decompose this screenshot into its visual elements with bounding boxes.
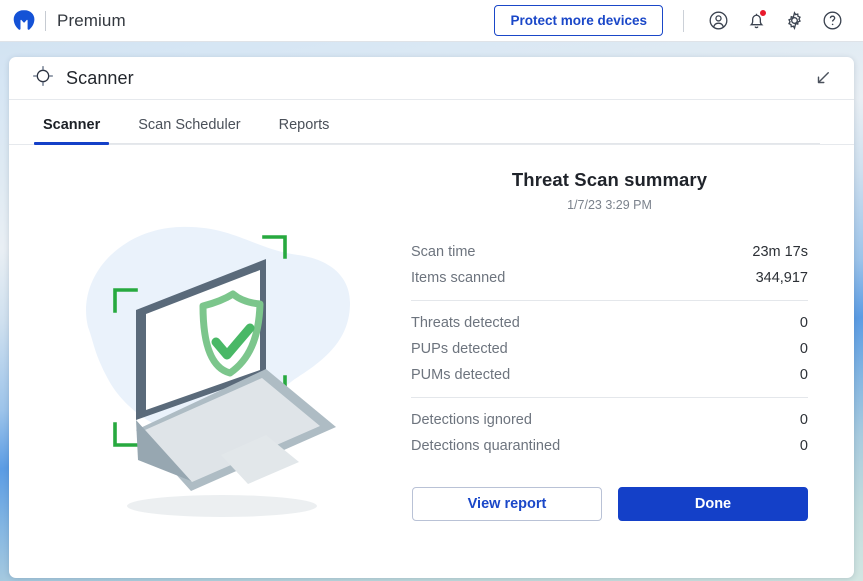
stat-row: PUPs detected 0 bbox=[411, 336, 808, 362]
card-header: Scanner bbox=[9, 57, 854, 100]
help-icon[interactable] bbox=[817, 6, 847, 36]
stat-value: 0 bbox=[799, 315, 808, 331]
scanner-card: Scanner Scanner Scan Scheduler Reports T… bbox=[9, 57, 854, 578]
stat-value: 0 bbox=[799, 341, 808, 357]
tab-scan-scheduler[interactable]: Scan Scheduler bbox=[138, 117, 240, 144]
stat-value: 0 bbox=[799, 412, 808, 428]
stat-label: Threats detected bbox=[411, 315, 520, 331]
summary-title: Threat Scan summary bbox=[511, 169, 708, 190]
tab-reports[interactable]: Reports bbox=[279, 117, 330, 144]
stats-divider bbox=[411, 300, 808, 301]
stat-row: Scan time 23m 17s bbox=[411, 239, 808, 265]
stat-row: Threats detected 0 bbox=[411, 310, 808, 336]
stat-label: PUMs detected bbox=[411, 367, 511, 383]
stat-label: PUPs detected bbox=[411, 341, 508, 357]
done-button[interactable]: Done bbox=[618, 487, 808, 521]
crosshair-target-icon bbox=[32, 65, 54, 92]
brand-name: Premium bbox=[57, 10, 126, 30]
stat-label: Detections quarantined bbox=[411, 438, 561, 454]
stat-row: Items scanned 344,917 bbox=[411, 265, 808, 291]
notification-badge bbox=[759, 8, 767, 17]
stat-row: PUMs detected 0 bbox=[411, 362, 808, 388]
stat-value: 344,917 bbox=[755, 270, 808, 286]
stat-label: Scan time bbox=[411, 244, 476, 260]
scan-summary: Threat Scan summary 1/7/23 3:29 PM Scan … bbox=[401, 145, 854, 576]
collapse-arrow-icon[interactable] bbox=[810, 65, 836, 91]
card-body: Threat Scan summary 1/7/23 3:29 PM Scan … bbox=[9, 145, 854, 576]
account-icon[interactable] bbox=[703, 6, 733, 36]
stats-divider bbox=[411, 397, 808, 398]
header-actions: Protect more devices bbox=[494, 5, 863, 36]
protect-more-devices-button[interactable]: Protect more devices bbox=[494, 5, 663, 36]
tab-bar: Scanner Scan Scheduler Reports bbox=[9, 100, 854, 145]
stat-value: 23m 17s bbox=[752, 244, 808, 260]
stat-row: Detections ignored 0 bbox=[411, 407, 808, 433]
malwarebytes-m-logo-icon bbox=[10, 8, 36, 34]
view-report-button[interactable]: View report bbox=[412, 487, 602, 521]
header-divider bbox=[683, 9, 684, 32]
brand-divider bbox=[45, 10, 46, 31]
stat-label: Detections ignored bbox=[411, 412, 532, 428]
laptop-shield-check-illustration bbox=[9, 145, 401, 576]
stat-value: 0 bbox=[799, 438, 808, 454]
stat-label: Items scanned bbox=[411, 270, 506, 286]
notifications-bell-icon[interactable] bbox=[741, 6, 771, 36]
brand: Premium bbox=[0, 8, 126, 34]
page-title: Scanner bbox=[66, 67, 134, 88]
summary-stats: Scan time 23m 17s Items scanned 344,917 … bbox=[411, 239, 808, 459]
tab-scanner[interactable]: Scanner bbox=[33, 117, 110, 145]
summary-timestamp: 1/7/23 3:29 PM bbox=[567, 198, 652, 212]
summary-actions: View report Done bbox=[411, 487, 808, 521]
stat-value: 0 bbox=[799, 367, 808, 383]
app-header: Premium Protect more devices bbox=[0, 0, 863, 42]
stat-row: Detections quarantined 0 bbox=[411, 433, 808, 459]
settings-gear-icon[interactable] bbox=[779, 6, 809, 36]
